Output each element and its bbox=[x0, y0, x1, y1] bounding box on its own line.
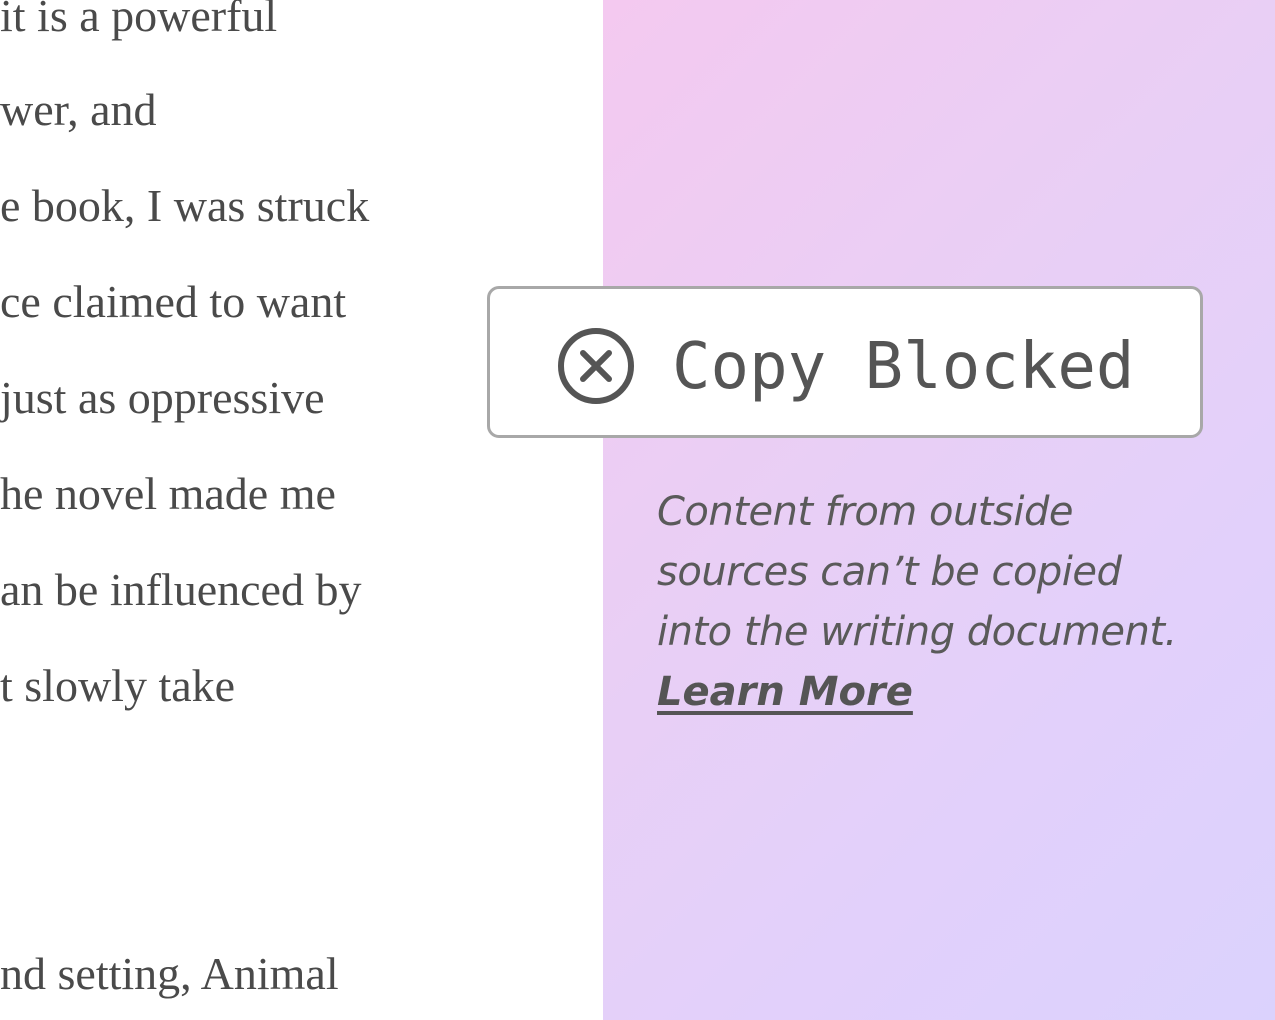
document-text-line: t slowly take bbox=[0, 660, 236, 711]
document-text-line: just as oppressive bbox=[0, 372, 325, 423]
circle-x-icon bbox=[557, 327, 635, 405]
copy-blocked-title: Copy Blocked bbox=[672, 330, 1135, 404]
document-text-line: e book, I was struck bbox=[0, 180, 370, 231]
document-text-line: nd setting, Animal bbox=[0, 948, 339, 999]
document-text-line: an be influenced by bbox=[0, 564, 362, 615]
writing-document[interactable]: it is a powerful wer, and e book, I was … bbox=[0, 0, 603, 1020]
document-text-line: it is a powerful bbox=[0, 0, 278, 41]
document-text-line: he novel made me bbox=[0, 468, 336, 519]
copy-blocked-notice: Content from outside sources can’t be co… bbox=[657, 482, 1217, 722]
learn-more-link[interactable]: Learn More bbox=[657, 662, 913, 722]
copy-blocked-message: Content from outside sources can’t be co… bbox=[657, 489, 1177, 655]
document-text-line: wer, and bbox=[0, 84, 157, 135]
copy-blocked-banner: Copy Blocked bbox=[487, 286, 1203, 438]
document-text-line: ce claimed to want bbox=[0, 276, 347, 327]
